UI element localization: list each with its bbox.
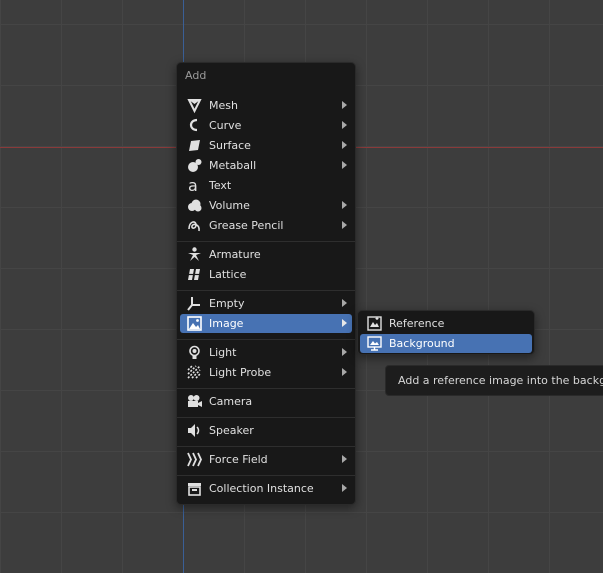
menu-item-label: Metaball [209, 159, 257, 172]
menu-item-mesh[interactable]: Mesh [180, 96, 352, 115]
menu-item-label: Force Field [209, 453, 268, 466]
menu-item-grease-pencil[interactable]: Grease Pencil [180, 216, 352, 235]
force-field-icon [186, 451, 203, 468]
surface-icon [186, 137, 203, 154]
menu-separator [177, 388, 355, 389]
menu-item-label: Grease Pencil [209, 219, 284, 232]
menu-item-label: Mesh [209, 99, 238, 112]
mesh-icon [186, 97, 203, 114]
armature-icon [186, 246, 203, 263]
submenu-arrow-icon [342, 161, 347, 169]
tooltip-text: Add a reference image into the backgroun… [398, 374, 603, 387]
menu-item-label: Empty [209, 297, 245, 310]
grease-pencil-icon [186, 217, 203, 234]
collection-instance-icon [186, 480, 203, 497]
menu-item-label: Surface [209, 139, 251, 152]
menu-item-collection-instance[interactable]: Collection Instance [180, 479, 352, 498]
volume-icon [186, 197, 203, 214]
submenu-arrow-icon [342, 121, 347, 129]
menu-separator [177, 290, 355, 291]
menu-item-speaker[interactable]: Speaker [180, 421, 352, 440]
menu-item-curve[interactable]: Curve [180, 116, 352, 135]
menu-item-text[interactable]: a Text [180, 176, 352, 195]
menu-item-lattice[interactable]: Lattice [180, 265, 352, 284]
submenu-arrow-icon [342, 201, 347, 209]
camera-icon [186, 393, 203, 410]
empty-icon [186, 295, 203, 312]
menu-item-camera[interactable]: Camera [180, 392, 352, 411]
submenu-item-background[interactable]: Background [360, 334, 532, 353]
light-icon [186, 344, 203, 361]
menu-separator [177, 417, 355, 418]
menu-item-label: Collection Instance [209, 482, 314, 495]
reference-image-icon [366, 315, 383, 332]
lattice-icon [186, 266, 203, 283]
menu-item-label: Camera [209, 395, 253, 408]
menu-separator [177, 475, 355, 476]
submenu-arrow-icon [342, 455, 347, 463]
menu-item-label: Lattice [209, 268, 247, 281]
menu-title: Add [185, 69, 207, 82]
light-probe-icon [186, 364, 203, 381]
image-icon [186, 315, 203, 332]
submenu-arrow-icon [342, 141, 347, 149]
submenu-arrow-icon [342, 319, 347, 327]
menu-item-light[interactable]: Light [180, 343, 352, 362]
menu-item-light-probe[interactable]: Light Probe [180, 363, 352, 382]
submenu-arrow-icon [342, 221, 347, 229]
curve-icon [186, 117, 203, 134]
speaker-icon [186, 422, 203, 439]
metaball-icon [186, 157, 203, 174]
menu-item-image[interactable]: Image [180, 314, 352, 333]
image-submenu: Reference Background [357, 310, 535, 355]
menu-item-label: Light [209, 346, 237, 359]
menu-item-force-field[interactable]: Force Field [180, 450, 352, 469]
submenu-arrow-icon [342, 299, 347, 307]
menu-item-label: Background [389, 337, 455, 350]
menu-item-label: Reference [389, 317, 445, 330]
menu-separator [177, 241, 355, 242]
menu-item-label: Light Probe [209, 366, 272, 379]
tooltip: Add a reference image into the backgroun… [385, 365, 603, 396]
add-menu: Add Mesh Curve Surface Metaball a Text V… [176, 62, 356, 505]
text-icon: a [186, 177, 203, 194]
menu-item-surface[interactable]: Surface [180, 136, 352, 155]
menu-item-label: Armature [209, 248, 261, 261]
menu-item-label: Image [209, 317, 244, 330]
background-image-icon [366, 335, 383, 352]
menu-item-volume[interactable]: Volume [180, 196, 352, 215]
menu-item-label: Text [209, 179, 232, 192]
menu-item-label: Speaker [209, 424, 254, 437]
submenu-arrow-icon [342, 484, 347, 492]
menu-item-metaball[interactable]: Metaball [180, 156, 352, 175]
menu-item-label: Curve [209, 119, 242, 132]
submenu-arrow-icon [342, 348, 347, 356]
menu-separator [177, 446, 355, 447]
menu-item-label: Volume [209, 199, 250, 212]
3d-viewport[interactable]: Add Mesh Curve Surface Metaball a Text V… [0, 0, 603, 573]
submenu-arrow-icon [342, 368, 347, 376]
svg-text:a: a [188, 177, 198, 194]
menu-item-empty[interactable]: Empty [180, 294, 352, 313]
menu-separator [177, 339, 355, 340]
submenu-arrow-icon [342, 101, 347, 109]
menu-item-armature[interactable]: Armature [180, 245, 352, 264]
submenu-item-reference[interactable]: Reference [360, 314, 532, 333]
